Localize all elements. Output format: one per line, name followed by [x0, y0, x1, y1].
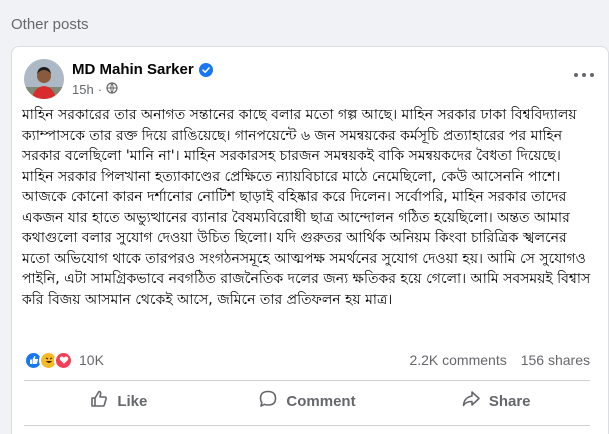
comment-label: Comment	[286, 392, 356, 410]
post-timestamp[interactable]: 15h	[72, 82, 94, 97]
reaction-count: 10K	[79, 352, 104, 368]
post-card: MD Mahin Sarker 15h · মাহিন সরকারের তার …	[11, 46, 609, 434]
verified-badge-icon	[198, 62, 213, 77]
post-stats: 10K 2.2K comments 156 shares	[24, 348, 590, 372]
comment-icon	[258, 389, 278, 413]
globe-icon	[106, 82, 118, 97]
thumbs-up-icon	[89, 389, 109, 413]
share-button[interactable]: Share	[401, 383, 590, 419]
shares-count[interactable]: 156 shares	[521, 352, 590, 368]
action-bar: Like Comment Share	[24, 383, 590, 419]
comments-count[interactable]: 2.2K comments	[409, 352, 506, 368]
like-label: Like	[117, 392, 148, 410]
divider	[24, 425, 590, 426]
reactions-summary[interactable]: 10K	[24, 350, 104, 370]
like-button[interactable]: Like	[24, 383, 213, 419]
avatar[interactable]	[24, 59, 64, 99]
more-options-icon[interactable]	[574, 69, 594, 81]
share-label: Share	[488, 392, 531, 410]
post-text: মাহিন সরকারের তার অনাগত সন্তানের কাছে বল…	[22, 107, 595, 308]
section-title: Other posts	[11, 16, 89, 33]
author-name[interactable]: MD Mahin Sarker	[72, 61, 194, 78]
share-icon	[461, 389, 481, 413]
divider	[24, 380, 590, 381]
comment-button[interactable]: Comment	[213, 383, 402, 419]
love-reaction-icon	[54, 350, 73, 370]
meta-separator: ·	[97, 82, 103, 97]
